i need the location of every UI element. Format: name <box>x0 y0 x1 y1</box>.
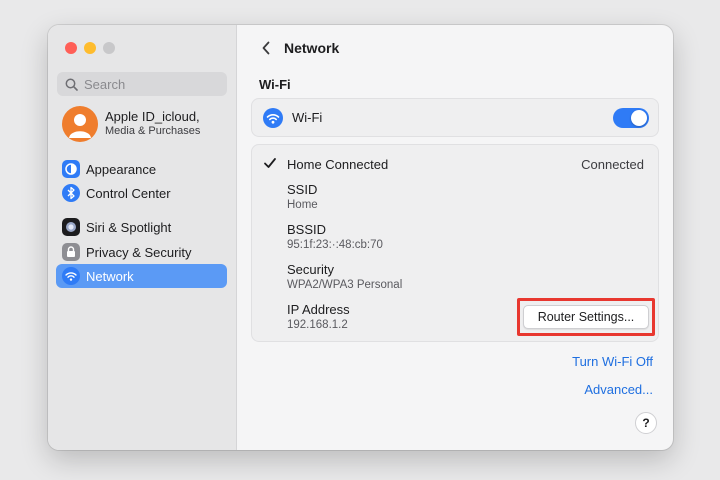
apple-id-account[interactable]: Apple ID_icloud, Media & Purchases <box>62 106 200 142</box>
account-name: Apple ID_icloud, <box>105 109 200 124</box>
sidebar-item-label: Appearance <box>86 161 157 177</box>
sidebar-item-label: Network <box>86 268 134 284</box>
search-input[interactable] <box>84 76 214 92</box>
help-button[interactable]: ? <box>635 412 657 434</box>
network-name: Home Connected <box>287 157 389 172</box>
security-label: Security <box>287 262 334 277</box>
toggle-knob <box>631 110 647 126</box>
appearance-icon <box>62 160 80 178</box>
window-controls <box>65 42 115 54</box>
advanced-link[interactable]: Advanced... <box>584 382 653 397</box>
wifi-label: Wi-Fi <box>292 110 323 125</box>
sidebar-item-privacy-security[interactable]: Privacy & Security <box>56 240 227 264</box>
person-icon <box>69 114 91 138</box>
control-center-icon <box>62 184 80 202</box>
wifi-icon <box>263 108 283 128</box>
router-settings-button[interactable]: Router Settings... <box>523 305 649 329</box>
sidebar-item-appearance[interactable]: Appearance <box>56 157 227 181</box>
search-field[interactable] <box>57 72 227 96</box>
network-details-card: Home Connected Connected SSID Home BSSID… <box>251 144 659 342</box>
back-button[interactable] <box>258 38 274 58</box>
bssid-value: 95:1f:23:·:48:cb:70 <box>287 239 383 251</box>
wifi-section-title: Wi-Fi <box>259 77 291 92</box>
minimize-button[interactable] <box>84 42 96 54</box>
checkmark-icon <box>264 158 276 168</box>
avatar <box>62 106 98 142</box>
lock-icon <box>62 243 80 261</box>
ip-address-label: IP Address <box>287 302 350 317</box>
ip-address-value: 192.168.1.2 <box>287 319 348 331</box>
sidebar-item-label: Privacy & Security <box>86 244 192 260</box>
zoom-button[interactable] <box>103 42 115 54</box>
network-status: Connected <box>581 157 644 172</box>
siri-icon <box>62 218 80 236</box>
wifi-toggle-card: Wi-Fi <box>251 98 659 137</box>
bssid-label: BSSID <box>287 222 327 237</box>
sidebar-item-siri-spotlight[interactable]: Siri & Spotlight <box>56 215 227 239</box>
close-button[interactable] <box>65 42 77 54</box>
sidebar-item-label: Control Center <box>86 185 171 201</box>
search-icon <box>65 78 78 91</box>
page-title: Network <box>284 40 340 56</box>
settings-window: Apple ID_icloud, Media & Purchases Appea… <box>48 25 673 450</box>
account-subtitle: Media & Purchases <box>105 125 201 137</box>
security-value: WPA2/WPA3 Personal <box>287 279 403 291</box>
ssid-label: SSID <box>287 182 318 197</box>
sidebar-item-label: Siri & Spotlight <box>86 219 172 235</box>
main-content: Network Wi-Fi Wi-Fi Home Connected Conne… <box>237 25 673 450</box>
chevron-left-icon <box>262 41 270 55</box>
wifi-icon <box>62 267 80 285</box>
turn-wifi-off-link[interactable]: Turn Wi-Fi Off <box>572 354 653 369</box>
sidebar: Apple ID_icloud, Media & Purchases Appea… <box>48 25 237 450</box>
ssid-value: Home <box>287 199 318 211</box>
sidebar-item-control-center[interactable]: Control Center <box>56 181 227 205</box>
sidebar-item-network[interactable]: Network <box>56 264 227 288</box>
wifi-toggle[interactable] <box>613 108 649 128</box>
